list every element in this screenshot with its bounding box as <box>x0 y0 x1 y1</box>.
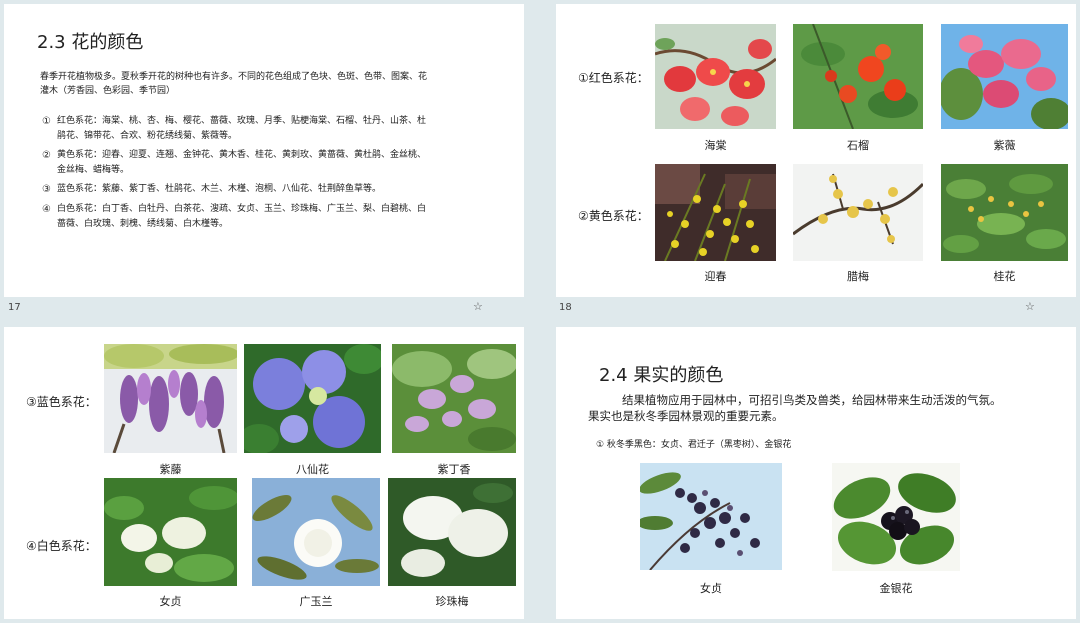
list-marker: ④ <box>42 204 51 215</box>
caption: 石榴 <box>847 139 869 152</box>
slide-title: 2.4 果实的颜色 <box>599 365 724 386</box>
list-item-text: 蔷薇、白玫瑰、刺槐、绣线菊、白木槿等。 <box>57 219 229 229</box>
slide-number: 17 <box>8 302 21 313</box>
list-item-blue: ③ 蓝色系花：紫藤、紫丁香、杜鹃花、木兰、木槿、泡桐、八仙花、牡荆醉鱼草等。 <box>42 182 502 198</box>
zhenzhumei-photo <box>388 478 516 586</box>
list-item-text: 鹃花、锦带花、合欢、粉花绣线菊、紫薇等。 <box>57 131 238 141</box>
star-icon[interactable]: ☆ <box>473 300 483 313</box>
haitang-photo <box>655 24 776 129</box>
caption: 紫藤 <box>159 463 182 476</box>
guihua-photo <box>941 164 1068 261</box>
ziteng-photo <box>104 344 237 453</box>
list-marker: ① <box>42 116 51 127</box>
list-item-text: 白色系花：白丁香、白牡丹、白茶花、溲疏、女贞、玉兰、珍珠梅、广玉兰、梨、白碧桃、… <box>57 204 427 214</box>
caption: 广玉兰 <box>299 595 333 608</box>
row-label-blue: ③蓝色系花： <box>26 395 97 409</box>
list-item-red: ① 红色系花：海棠、桃、杏、梅、樱花、蔷薇、玫瑰、月季、贴梗海棠、石榴、牡丹、山… <box>42 114 502 144</box>
intro-text-line: 灌木（芳香园、色彩园、季节园） <box>40 86 176 96</box>
row-label-white: ④白色系花： <box>26 539 97 553</box>
ziwei-photo <box>941 24 1068 129</box>
star-icon[interactable]: ☆ <box>1025 300 1035 313</box>
slide-title: 2.3 花的颜色 <box>37 32 144 53</box>
caption: 迎春 <box>704 270 727 283</box>
nvzhen-fruit-photo <box>640 463 782 570</box>
lamei-photo <box>793 164 923 261</box>
caption: 海棠 <box>704 139 727 152</box>
list-item-text: 蓝色系花：紫藤、紫丁香、杜鹃花、木兰、木槿、泡桐、八仙花、牡荆醉鱼草等。 <box>57 184 382 194</box>
yingchun-photo <box>655 164 776 261</box>
list-item-text: 金丝梅、蜡梅等。 <box>57 165 130 175</box>
nvzhen-flower-photo <box>104 478 237 586</box>
caption: 女贞 <box>700 582 722 595</box>
row-label-yellow: ②黄色系花： <box>578 209 649 223</box>
list-marker: ② <box>42 150 51 161</box>
guangyulan-photo <box>252 478 380 586</box>
slide-19[interactable]: ③蓝色系花： ④白色系花： 紫藤 八仙花 紫丁香 女贞 广玉兰 珍珠梅 <box>4 327 524 619</box>
slide-number: 18 <box>559 302 572 313</box>
list-item-black: ① 秋冬季黑色：女贞、君迁子（黑枣树）、金银花 <box>596 440 792 450</box>
caption: 紫薇 <box>993 139 1016 152</box>
intro-text-line: 春季开花植物极多。夏秋季开花的树种也有许多。不同的花色组成了色块、色斑、色带、图… <box>40 72 428 82</box>
caption: 桂花 <box>993 270 1016 283</box>
jinyinhua-fruit-photo <box>832 463 960 571</box>
caption: 金银花 <box>879 582 913 595</box>
row-label-red: ①红色系花： <box>578 71 649 85</box>
zidingxiang-photo <box>392 344 516 453</box>
body-text-line: 结果植物应用于园林中，可招引鸟类及兽类，给园林带来生动活泼的气氛。 <box>622 393 1002 407</box>
caption: 紫丁香 <box>437 463 471 476</box>
slide-17[interactable]: 2.3 花的颜色 春季开花植物极多。夏秋季开花的树种也有许多。不同的花色组成了色… <box>4 4 524 297</box>
baxianhua-photo <box>244 344 381 453</box>
list-item-white: ④ 白色系花：白丁香、白牡丹、白茶花、溲疏、女贞、玉兰、珍珠梅、广玉兰、梨、白碧… <box>42 202 502 232</box>
slide-20[interactable]: 2.4 果实的颜色 结果植物应用于园林中，可招引鸟类及兽类，给园林带来生动活泼的… <box>556 327 1076 619</box>
caption: 珍珠梅 <box>435 595 469 608</box>
list-marker: ③ <box>42 184 51 195</box>
list-item-text: 黄色系花：迎春、迎夏、连翘、金钟花、黄木香、桂花、黄刺玫、黄蔷薇、黄杜鹃、金丝桃… <box>57 150 427 160</box>
list-item-text: 红色系花：海棠、桃、杏、梅、樱花、蔷薇、玫瑰、月季、贴梗海棠、石榴、牡丹、山茶、… <box>57 116 427 126</box>
body-text-line: 果实也是秋冬季园林景观的重要元素。 <box>588 409 784 423</box>
caption: 腊梅 <box>847 270 869 283</box>
caption: 女贞 <box>159 595 182 608</box>
list-item-yellow: ② 黄色系花：迎春、迎夏、连翘、金钟花、黄木香、桂花、黄刺玫、黄蔷薇、黄杜鹃、金… <box>42 148 502 178</box>
slide-18[interactable]: ①红色系花： ②黄色系花： 海棠 石榴 紫薇 迎春 腊梅 桂花 <box>556 4 1076 297</box>
shiliu-photo <box>793 24 923 129</box>
caption: 八仙花 <box>296 463 329 476</box>
